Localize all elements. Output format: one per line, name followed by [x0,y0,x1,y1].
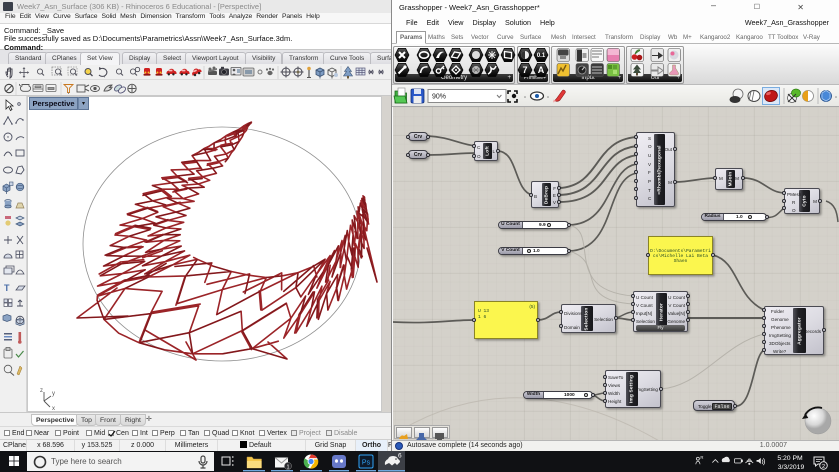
svg-text:1: 1 [286,464,289,470]
svg-text:90%: 90% [432,94,446,101]
svg-text:0.1: 0.1 [537,53,546,59]
svg-text:Ps: Ps [362,460,371,467]
svg-text:z: z [40,388,43,394]
svg-text:5:20 PM: 5:20 PM [777,455,803,462]
svg-text:3/3/2019: 3/3/2019 [778,464,805,471]
svg-text:R: R [700,455,703,460]
svg-text:A: A [538,65,545,75]
svg-text:y: y [52,391,55,397]
svg-text:x: x [52,406,55,411]
svg-text:6: 6 [398,453,402,460]
svg-text:7: 7 [522,65,527,75]
svg-text:2: 2 [822,464,825,470]
svg-text:T: T [4,283,10,293]
